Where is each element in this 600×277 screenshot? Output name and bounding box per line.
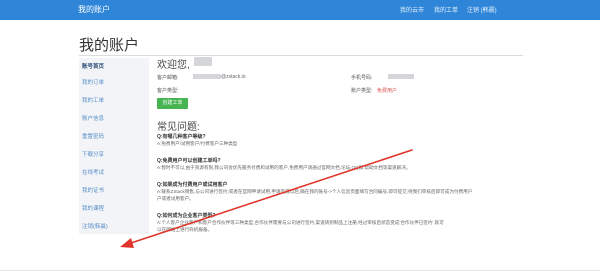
faq-answer-4-line-1: A:个人客户企业客户和客户合作伙伴等三种类型,合作伙伴需要与公司进行签约,渠道请… <box>157 220 444 225</box>
faq-question-3: Q:如果成为付费用户或试用客户 <box>157 182 228 188</box>
email-value: @zstack.io <box>221 74 246 80</box>
title-divider <box>79 55 523 56</box>
sidebar-item-account-info[interactable]: 账户信息 <box>82 114 104 122</box>
faq-question-2: Q:免费用户可以创建工单吗? <box>157 158 221 164</box>
faq-answer-3-line-2: 户或者试用客户。 <box>157 196 194 201</box>
sidebar-item-reset-password[interactable]: 重置密码 <box>82 132 104 140</box>
annotation-arrowhead <box>120 238 134 248</box>
account-type-value: 免费用户 <box>377 88 398 94</box>
sidebar-item-logout[interactable]: 注销(韩晨) <box>82 222 108 230</box>
redacted-username <box>194 57 212 66</box>
phone-label: 手机号码: <box>351 75 373 81</box>
faq-answer-1: A:免费用户/试用客户/付费客户三种类型 <box>157 141 238 146</box>
sidebar-item-tickets[interactable]: 我的工单 <box>82 96 104 104</box>
email-label: 客户邮箱: <box>157 75 179 81</box>
faq-question-1: Q:有哪几种客户等级? <box>157 134 206 140</box>
sidebar-item-certificates[interactable]: 我的证书 <box>82 186 104 194</box>
redacted-phone <box>388 74 414 79</box>
faq-question-4: Q:如何成为企业客户类型? <box>157 213 216 219</box>
customer-type-label: 客户类型: <box>157 88 179 94</box>
sidebar: 账号首页 我的订单 我的工单 账户信息 重置密码 下载分享 在线考试 我的证书 … <box>79 58 149 234</box>
sidebar-item-downloads[interactable]: 下载分享 <box>82 150 104 158</box>
faq-answer-4-line-2: 以在网站上进行商机报备。 <box>157 227 213 232</box>
create-ticket-button[interactable]: 创建工单 <box>157 98 188 109</box>
brand-link[interactable]: 我的账户 <box>78 4 110 15</box>
faq-answer-2: A:暂时不可以,由于资源有限,我公司会优先服务付费和试用的客户,免费用户请通过官… <box>157 165 411 170</box>
nav-my-cloud-market[interactable]: 我的云市 <box>400 5 424 14</box>
faq-answer-3-line-1: A:联系ZStack销售,与公司进行签约;或者在官网申请试用,申请完成以后,确在… <box>157 189 473 194</box>
account-type-label: 账户类型: <box>351 88 373 94</box>
top-navbar: 我的账户 我的云市 我的工单 注销 (韩晨) <box>0 0 600 20</box>
welcome-text: 欢迎您, <box>157 60 190 71</box>
nav-my-tickets[interactable]: 我的工单 <box>434 5 458 14</box>
sidebar-item-online-exam[interactable]: 在线考试 <box>82 168 104 176</box>
sidebar-item-courses[interactable]: 我的课程 <box>82 204 104 212</box>
nav-logout[interactable]: 注销 (韩晨) <box>467 5 497 14</box>
redacted-email <box>193 74 221 79</box>
footer-divider <box>0 270 600 271</box>
page-title: 我的账户 <box>79 37 140 54</box>
sidebar-item-account-home[interactable]: 账号首页 <box>82 62 104 70</box>
sidebar-item-orders[interactable]: 我的订单 <box>82 78 104 86</box>
faq-heading: 常见问题: <box>157 122 200 133</box>
